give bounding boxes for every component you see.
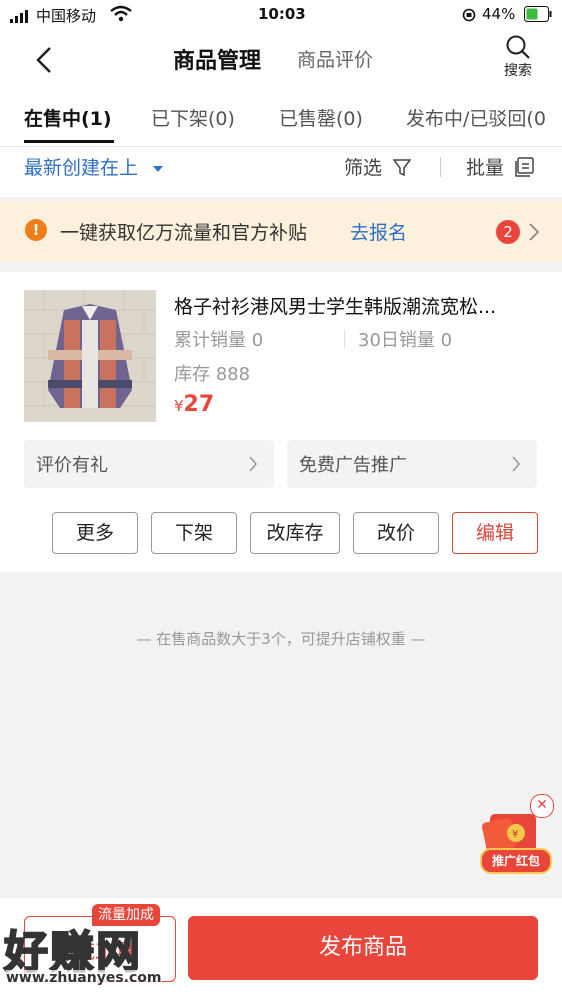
edit-button[interactable]: 编辑 xyxy=(452,512,538,554)
review-gift-label: 评价有礼 xyxy=(36,455,108,476)
divider xyxy=(440,157,441,177)
orientation-lock-icon xyxy=(462,7,476,26)
chevron-right-icon xyxy=(529,223,540,241)
sales-30d: 30日销量 0 xyxy=(358,330,453,351)
review-gift-button[interactable]: 评价有礼 xyxy=(24,440,274,488)
product-card: 格子衬衫港风男士学生韩版潮流宽松... 累计销量 0 30日销量 0 库存 88… xyxy=(0,272,562,572)
edit-stock-button[interactable]: 改库存 xyxy=(250,512,340,554)
chevron-left-icon xyxy=(36,47,51,73)
tab-on-sale[interactable]: 在售中(1) xyxy=(24,104,112,131)
filter-label: 筛选 xyxy=(344,157,383,179)
batch-label: 批量 xyxy=(466,157,505,179)
active-tab-indicator xyxy=(24,140,114,143)
listing-hint: — 在售商品数大于3个，可提升店铺权重 — xyxy=(136,630,426,648)
navigation-bar: 商品管理 商品评价 搜索 xyxy=(0,30,562,90)
banner-link[interactable]: 去报名 xyxy=(350,218,407,245)
search-button[interactable]: 搜索 xyxy=(496,32,540,88)
publish-product-button[interactable]: 发布商品 xyxy=(188,916,538,980)
promo-red-packet[interactable]: ✕ ¥ 推广红包 xyxy=(478,794,554,874)
sort-label: 最新创建在上 xyxy=(24,157,139,179)
caret-down-icon xyxy=(153,166,164,172)
free-ads-button[interactable]: 免费广告推广 xyxy=(287,440,537,488)
page-title: 商品管理 xyxy=(173,49,262,74)
batch-icon xyxy=(515,157,534,177)
delist-button[interactable]: 下架 xyxy=(151,512,237,554)
status-tabs: 在售中(1) 已下架(0) 已售罄(0) 发布中/已驳回(0 xyxy=(0,90,562,147)
batch-button[interactable]: 批量 xyxy=(466,153,535,180)
tab-delisted[interactable]: 已下架(0) xyxy=(151,104,235,131)
back-button[interactable] xyxy=(28,42,64,78)
stock: 库存 888 xyxy=(174,364,251,385)
banner-text: 一键获取亿万流量和官方补贴 xyxy=(60,222,308,244)
tab-reviews[interactable]: 商品评价 xyxy=(297,45,373,72)
divider xyxy=(344,330,345,348)
filter-button[interactable]: 筛选 xyxy=(344,153,412,180)
chevron-right-icon xyxy=(512,456,521,472)
search-icon xyxy=(506,35,530,59)
battery-icon xyxy=(524,6,552,26)
watermark-url: www.zhuanyes.com xyxy=(6,970,162,986)
battery-percent: 44% xyxy=(482,5,516,23)
notification-badge: 2 xyxy=(496,220,520,244)
product-thumbnail[interactable] xyxy=(24,290,156,422)
more-button[interactable]: 更多 xyxy=(52,512,138,554)
watermark: 好赚网 www.zhuanyes.com xyxy=(3,916,194,996)
status-bar: 中国移动 10:03 44% xyxy=(0,0,562,30)
free-ads-label: 免费广告推广 xyxy=(299,455,407,476)
signal-icon xyxy=(10,8,30,27)
price-value: 27 xyxy=(183,392,215,417)
tab-publishing-rejected[interactable]: 发布中/已驳回(0 xyxy=(406,104,546,131)
product-title[interactable]: 格子衬衫港风男士学生韩版潮流宽松... xyxy=(174,292,544,319)
promo-label: 推广红包 xyxy=(480,848,552,874)
chevron-right-icon xyxy=(249,456,258,472)
price-symbol: ¥ xyxy=(174,397,184,415)
sort-bar: 最新创建在上 筛选 批量 xyxy=(0,147,562,197)
promo-banner[interactable]: ! 一键获取亿万流量和官方补贴 去报名 2 xyxy=(0,201,562,261)
clock: 10:03 xyxy=(258,5,306,23)
search-label: 搜索 xyxy=(504,63,532,79)
price: ¥27 xyxy=(174,392,214,417)
tab-sold-out[interactable]: 已售罄(0) xyxy=(279,104,363,131)
wifi-icon xyxy=(110,5,132,27)
sort-dropdown[interactable]: 最新创建在上 xyxy=(24,153,165,183)
carrier-label: 中国移动 xyxy=(36,7,97,25)
alert-icon: ! xyxy=(25,219,47,241)
total-sales: 累计销量 0 xyxy=(174,330,264,351)
edit-price-button[interactable]: 改价 xyxy=(353,512,439,554)
filter-icon xyxy=(392,159,412,177)
svg-text:¥: ¥ xyxy=(512,829,518,840)
